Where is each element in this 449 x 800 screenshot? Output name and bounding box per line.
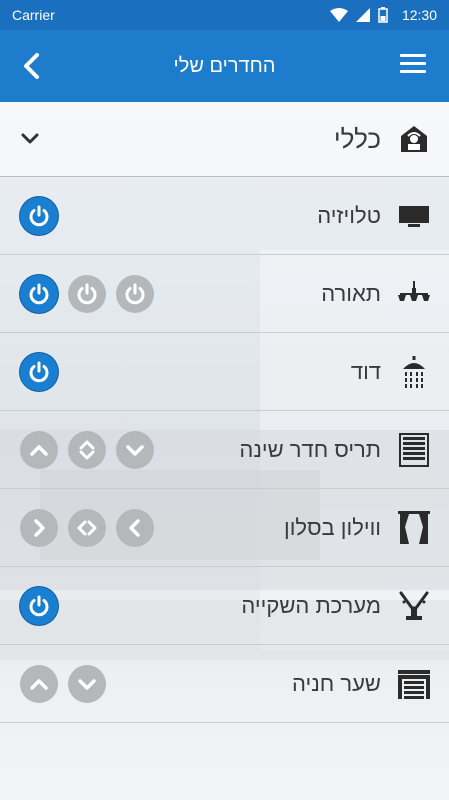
room-general-row[interactable]: כללי [0,102,449,177]
power-button[interactable] [20,586,58,625]
status-bar: Carrier 12:30 [0,0,449,30]
power-icon [29,205,49,226]
device-label: מערכת השקייה [241,592,381,618]
power-button[interactable] [68,274,106,313]
carrier-text: Carrier [12,7,55,23]
chevron-up-icon [30,444,48,456]
power-icon [29,595,49,616]
up-button[interactable] [20,430,58,469]
up-button[interactable] [20,664,58,703]
power-button[interactable] [20,196,58,235]
chandelier-icon [397,277,431,311]
menu-button[interactable] [400,54,426,76]
smart-home-icon [397,122,431,156]
down-button[interactable] [68,664,106,703]
stop-button[interactable] [68,430,106,469]
device-row-tv: טלויזיה [0,177,449,255]
device-row-shutter: תריס חדר שינה [0,411,449,489]
power-icon [29,283,49,304]
chevron-right-icon [34,518,45,537]
power-button[interactable] [20,352,58,391]
curtain-icon [397,510,431,545]
device-label: טלויזיה [317,202,381,228]
device-label: ווילון בסלון [283,514,381,540]
device-row-lighting: תאורה [0,255,449,333]
clock-text: 12:30 [401,7,437,23]
device-label: תאורה [321,280,381,306]
battery-icon [378,7,388,23]
signal-icon [355,8,370,22]
wifi-icon [329,8,348,22]
power-button[interactable] [20,274,58,313]
menu-bar [400,62,426,65]
device-label: שער חניה [292,670,381,696]
sprinkler-icon [397,589,431,623]
chevron-down-icon [126,444,144,456]
back-chevron-icon[interactable] [20,52,44,80]
device-label: דוד [350,358,381,384]
power-icon [29,361,49,382]
left-right-icon [77,520,97,535]
power-icon [77,283,97,304]
garage-icon [397,667,431,701]
app-bar: החדרים שלי [0,30,449,102]
room-general-label: כללי [333,123,381,154]
device-row-gate: שער חניה [0,645,449,723]
down-button[interactable] [116,430,154,469]
device-row-boiler: דוד [0,333,449,411]
up-down-icon [79,440,95,459]
shower-icon [397,355,431,389]
chevron-down-icon[interactable] [20,132,40,146]
power-icon [125,283,145,304]
open-right-button[interactable] [20,508,58,547]
chevron-left-icon [129,518,140,537]
rooms-list: כללי טלויזיה תאורה דוד תריס חדר שינה ווי… [0,102,449,723]
page-title: החדרים שלי [173,54,276,77]
open-left-button[interactable] [116,508,154,547]
chevron-up-icon [30,678,48,690]
chevron-down-icon [78,678,96,690]
device-label: תריס חדר שינה [239,436,381,462]
device-row-irrigation: מערכת השקייה [0,567,449,645]
stop-button[interactable] [68,508,106,547]
power-button[interactable] [116,274,154,313]
tv-icon [397,199,431,233]
menu-bar [400,70,426,73]
shutter-icon [397,432,431,467]
menu-bar [400,54,426,57]
device-row-curtain: ווילון בסלון [0,489,449,567]
